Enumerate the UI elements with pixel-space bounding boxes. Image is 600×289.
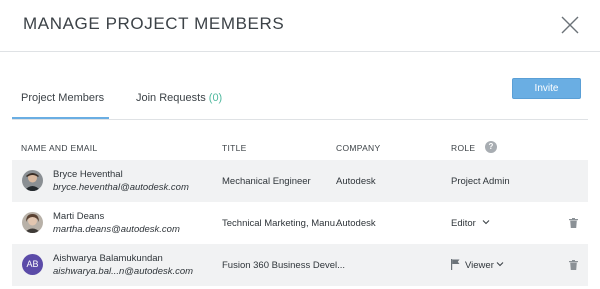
role-help-icon[interactable]: ? <box>485 141 497 153</box>
dialog-title: MANAGE PROJECT MEMBERS <box>23 14 285 33</box>
table-row: Bryce Heventhal bryce.heventhal@autodesk… <box>12 160 588 202</box>
avatar <box>22 170 43 191</box>
tabs-divider <box>12 119 588 120</box>
role-dropdown[interactable]: Viewer <box>465 260 494 271</box>
tab-join-requests[interactable]: Join Requests (0) <box>136 92 222 104</box>
member-role: Project Admin <box>451 176 510 187</box>
member-name: Aishwarya Balamukundan <box>53 253 163 264</box>
join-requests-count: (0) <box>208 92 223 104</box>
member-company: Autodesk <box>336 218 376 229</box>
manage-members-dialog: MANAGE PROJECT MEMBERS Invite Project Me… <box>0 0 600 289</box>
column-header-name-email: NAME AND EMAIL <box>21 143 98 153</box>
column-header-company: COMPANY <box>336 143 381 153</box>
member-name: Bryce Heventhal <box>53 169 123 180</box>
member-email: bryce.heventhal@autodesk.com <box>53 182 189 193</box>
close-icon[interactable] <box>559 14 581 36</box>
member-email: martha.deans@autodesk.com <box>53 224 180 235</box>
trash-icon[interactable] <box>569 260 578 270</box>
tab-project-members-label: Project Members <box>21 92 105 104</box>
chevron-down-icon[interactable] <box>496 261 504 267</box>
column-header-role: ROLE <box>451 143 476 153</box>
column-header-title: TITLE <box>222 143 247 153</box>
flag-icon <box>451 259 460 270</box>
table-row: Marti Deans martha.deans@autodesk.com Te… <box>12 202 588 244</box>
chevron-down-icon[interactable] <box>482 219 490 225</box>
tab-project-members[interactable]: Project Members <box>21 92 104 104</box>
tab-bar: Project Members Join Requests (0) <box>12 84 588 120</box>
avatar: AB <box>22 254 43 275</box>
trash-icon[interactable] <box>569 218 578 228</box>
member-title: Technical Marketing, Manu... <box>222 218 343 229</box>
member-title: Mechanical Engineer <box>222 176 311 187</box>
avatar <box>22 212 43 233</box>
member-title: Fusion 360 Business Devel... <box>222 260 346 271</box>
table-row: AB Aishwarya Balamukundan aishwarya.bal.… <box>12 244 588 286</box>
dialog-header: MANAGE PROJECT MEMBERS <box>0 0 600 52</box>
member-company: Autodesk <box>336 176 376 187</box>
role-dropdown[interactable]: Editor <box>451 218 476 229</box>
member-name: Marti Deans <box>53 211 105 222</box>
tab-join-requests-label: Join Requests <box>136 92 206 104</box>
member-email: aishwarya.bal...n@autodesk.com <box>53 266 194 277</box>
